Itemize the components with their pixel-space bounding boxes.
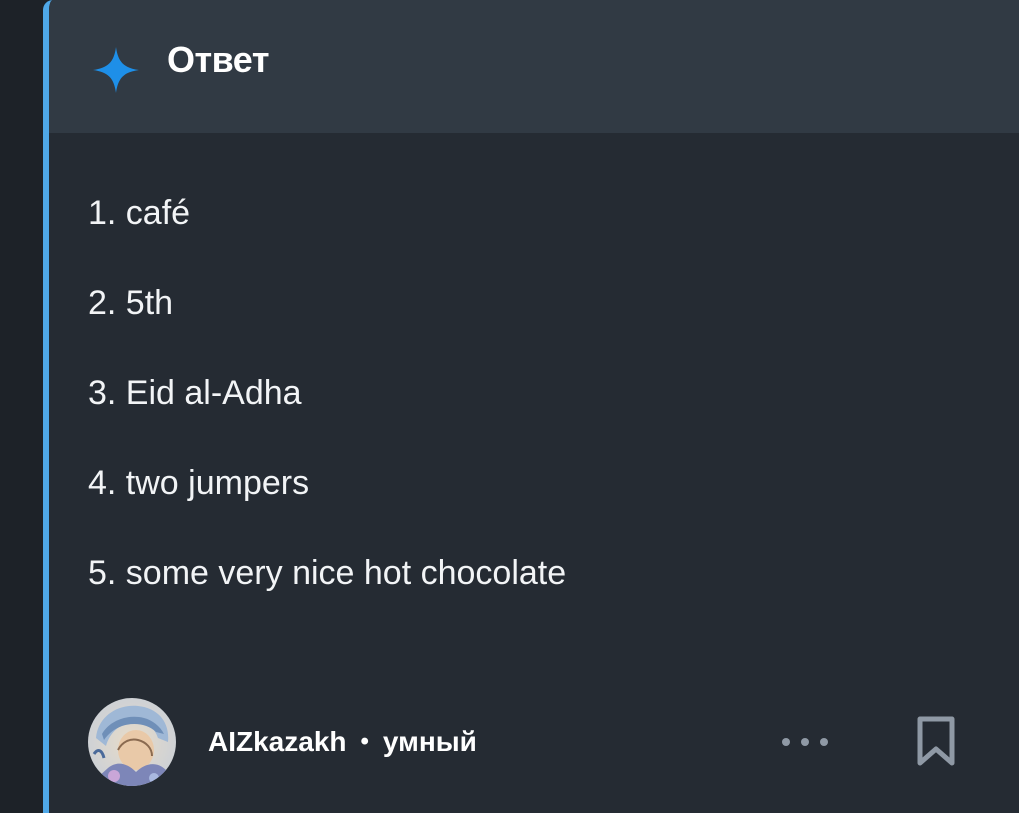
answer-item: 4. two jumpers — [88, 464, 310, 502]
answer-list: 1. café 2. 5th 3. Eid al-Adha 4. two jum… — [88, 187, 566, 637]
avatar[interactable] — [88, 698, 176, 786]
answer-card: Ответ 1. café 2. 5th 3. Eid al-Adha 4. t… — [43, 0, 1019, 813]
separator-dot: • — [360, 728, 369, 755]
answer-card-header: Ответ — [49, 0, 1019, 133]
author-rank: умный — [382, 726, 477, 757]
more-options-icon — [820, 738, 828, 746]
page: Ответ 1. café 2. 5th 3. Eid al-Adha 4. t… — [0, 0, 1019, 813]
bookmark-icon — [914, 716, 958, 771]
author-footer: AIZkazakh • умный — [88, 697, 988, 787]
more-options-button[interactable] — [782, 727, 828, 757]
sparkle-icon — [93, 46, 139, 93]
more-options-icon — [801, 738, 809, 746]
author-username[interactable]: AIZkazakh — [208, 726, 347, 758]
answer-item: 2. 5th — [88, 284, 174, 322]
bookmark-button[interactable] — [914, 715, 958, 767]
answer-item: 5. some very nice hot chocolate — [88, 554, 567, 592]
answer-item: 3. Eid al-Adha — [88, 374, 302, 412]
answer-item: 1. café — [88, 194, 191, 232]
header-title: Ответ — [167, 38, 269, 80]
more-options-icon — [782, 738, 790, 746]
